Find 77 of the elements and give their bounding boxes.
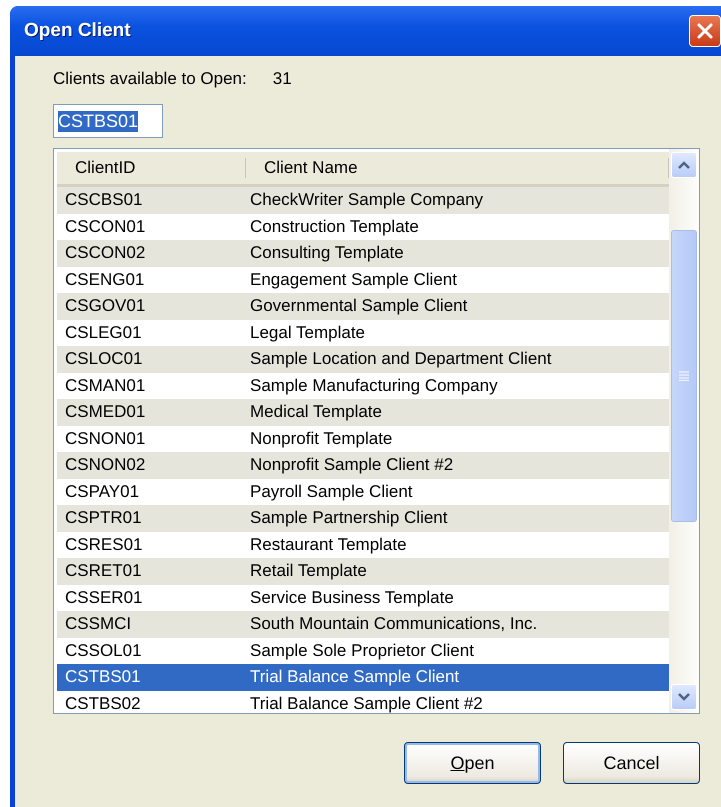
client-id-cell-text: CSNON01 xyxy=(64,428,146,449)
client-name-cell-text: Legal Template xyxy=(249,322,365,343)
client-id-cell-text: CSMAN01 xyxy=(64,376,146,396)
clients-count: 31 xyxy=(272,69,292,89)
clients-label: Clients available to Open: xyxy=(53,69,247,89)
client-id-cell-text: CSRES01 xyxy=(64,534,144,555)
client-id-cell-text: CSCON01 xyxy=(64,216,146,237)
client-name-cell-text: Service Business Template xyxy=(249,588,454,608)
client-name-cell-text: Medical Template xyxy=(249,402,382,422)
client-name-cell-text: Sample Partnership Client xyxy=(249,508,448,528)
client-row[interactable]: CSTBS02 Trial Balance Sample Client #2 xyxy=(57,690,669,713)
client-row[interactable]: CSCON02 Consulting Template xyxy=(57,240,669,266)
client-id-cell-text: CSSOL01 xyxy=(64,640,143,661)
client-row[interactable]: CSMED01 Medical Template xyxy=(57,399,669,426)
client-name-cell-text: South Mountain Communications, Inc. xyxy=(249,614,538,634)
grip-icon xyxy=(678,371,690,381)
client-id-cell-text: CSCON02 xyxy=(64,243,146,264)
client-name-cell-text: Engagement Sample Client xyxy=(249,270,457,290)
client-name-cell-text: Payroll Sample Client xyxy=(249,482,413,502)
client-row[interactable]: CSSMCI South Mountain Communications, Inc. xyxy=(57,611,669,638)
window-title: Open Client xyxy=(24,20,131,42)
scroll-thumb[interactable] xyxy=(671,230,697,522)
client-row[interactable]: CSNON01 Nonprofit Template xyxy=(57,426,669,452)
client-row[interactable]: CSNON02 Nonprofit Sample Client #2 xyxy=(57,452,669,478)
client-name-cell-text: Governmental Sample Client xyxy=(249,296,468,316)
client-name-cell-text: Trial Balance Sample Client #2 xyxy=(249,694,483,713)
client-row[interactable]: CSMAN01 Sample Manufacturing Company xyxy=(57,372,669,399)
client-id-field[interactable]: CSTBS01 xyxy=(53,104,163,138)
client-row[interactable]: CSRES01 Restaurant Template xyxy=(57,532,669,558)
client-id-cell-text: CSCBS01 xyxy=(64,190,144,210)
client-id-cell-text: CSPTR01 xyxy=(64,508,143,528)
client-row[interactable]: CSLOC01 Sample Location and Department Client xyxy=(57,346,669,372)
client-id-cell-text: CSRET01 xyxy=(64,561,143,582)
dialog-button[interactable]: Open xyxy=(404,742,541,784)
client-id-cell-text: CSGOV01 xyxy=(64,296,146,316)
column-header[interactable]: ClientID xyxy=(57,158,246,178)
client-list[interactable] xyxy=(53,148,700,714)
client-id-cell-text: CSSER01 xyxy=(64,588,144,608)
dialog-button[interactable]: Cancel xyxy=(563,742,700,784)
chevron-up-icon xyxy=(677,160,691,170)
client-name-cell-text: Consulting Template xyxy=(249,243,404,264)
client-row[interactable]: CSPTR01 Sample Partnership Client xyxy=(57,505,669,532)
client-id-cell-text: CSLEG01 xyxy=(64,322,143,343)
client-row[interactable]: CSTBS01 Trial Balance Sample Client xyxy=(57,664,669,690)
client-name-cell-text: Restaurant Template xyxy=(249,534,407,555)
client-name-cell-text: Construction Template xyxy=(249,216,419,237)
client-id-cell-text: CSTBS01 xyxy=(64,667,142,688)
client-row[interactable]: CSRET01 Retail Template xyxy=(57,558,669,584)
client-name-cell-text: Sample Location and Department Client xyxy=(249,349,552,370)
client-id-cell-text: CSPAY01 xyxy=(64,482,140,502)
client-name-cell-text: Sample Sole Proprietor Client xyxy=(249,640,474,661)
client-row[interactable]: CSSER01 Service Business Template xyxy=(57,584,669,611)
client-id-cell-text: CSNON02 xyxy=(64,455,146,476)
scroll-down-button[interactable] xyxy=(671,684,697,710)
close-button[interactable] xyxy=(689,15,721,47)
client-id-cell-text: CSSMCI xyxy=(64,614,132,634)
scroll-up-button[interactable] xyxy=(671,152,697,178)
client-id-cell-text: CSENG01 xyxy=(64,270,146,290)
client-id-cell-text: CSTBS02 xyxy=(64,694,142,713)
client-name-cell-text: Retail Template xyxy=(249,561,367,582)
client-name-cell-text: Sample Manufacturing Company xyxy=(249,376,498,396)
client-row[interactable]: CSLEG01 Legal Template xyxy=(57,320,669,346)
scrollbar[interactable] xyxy=(669,149,699,713)
client-name-cell-text: Trial Balance Sample Client xyxy=(249,667,460,688)
client-row[interactable]: CSENG01 Engagement Sample Client xyxy=(57,266,669,293)
client-row[interactable]: CSCBS01 CheckWriter Sample Company xyxy=(57,187,669,214)
close-icon xyxy=(696,22,714,40)
client-name-cell-text: Nonprofit Sample Client #2 xyxy=(249,455,454,476)
chevron-down-icon xyxy=(677,692,691,702)
client-row[interactable]: CSCON01 Construction Template xyxy=(57,214,669,240)
client-row[interactable]: CSSOL01 Sample Sole Proprietor Client xyxy=(57,638,669,664)
client-row[interactable]: CSPAY01 Payroll Sample Client xyxy=(57,478,669,505)
client-name-cell-text: CheckWriter Sample Company xyxy=(249,190,484,210)
client-id-cell-text: CSMED01 xyxy=(64,402,146,422)
client-row[interactable]: CSGOV01 Governmental Sample Client xyxy=(57,293,669,320)
client-id-cell-text: CSLOC01 xyxy=(64,349,144,370)
client-name-cell-text: Nonprofit Template xyxy=(249,428,392,449)
